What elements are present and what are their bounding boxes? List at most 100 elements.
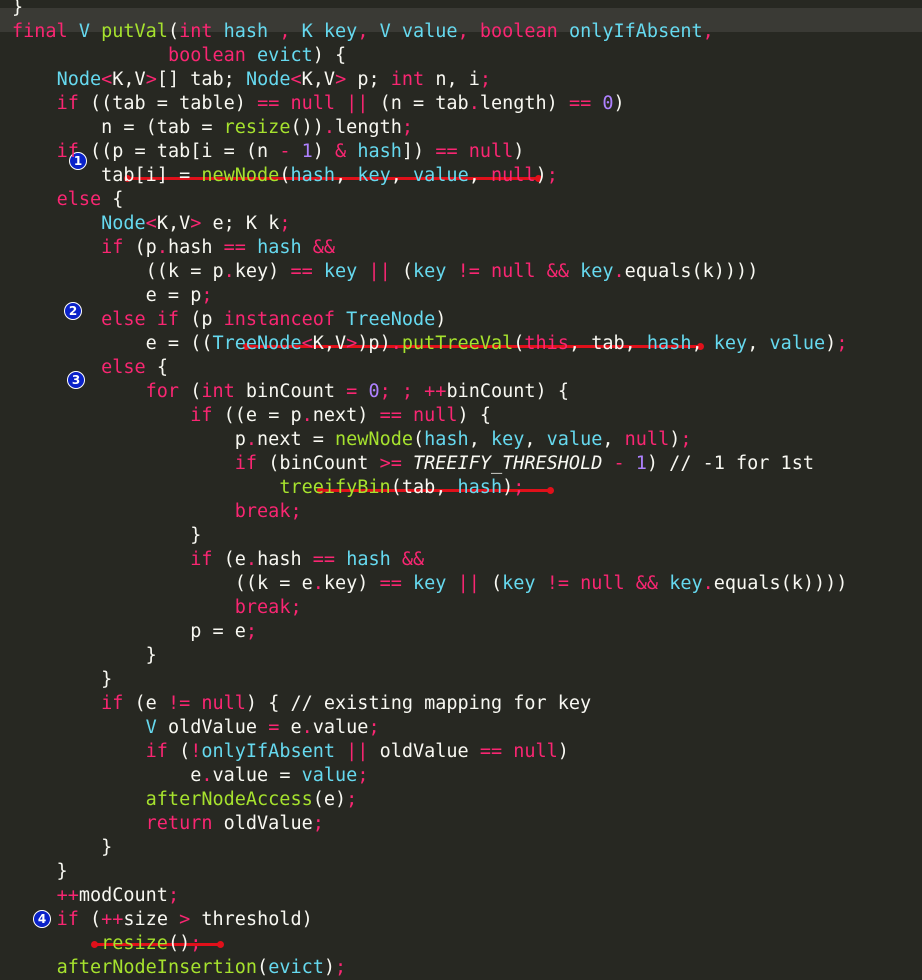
code-token: ==: [223, 237, 258, 258]
code-line: V oldValue = e.value;: [12, 716, 380, 740]
code-token: (: [89, 909, 102, 930]
code-token: ()): [290, 117, 324, 138]
code-line: if (binCount >= TREEIFY_THRESHOLD - 1) /…: [12, 452, 814, 476]
code-line: p = e;: [12, 620, 257, 644]
code-token: == null: [379, 405, 458, 426]
code-token: boolean: [479, 21, 569, 42]
code-token: equals(k)))): [624, 261, 759, 282]
code-token: ((p = tab[i = (n: [89, 141, 280, 162]
code-token: >: [145, 69, 157, 90]
code-token: ;: [357, 765, 369, 786]
code-token: key: [669, 573, 703, 594]
code-token: ): [669, 429, 681, 450]
code-token: if: [234, 453, 269, 474]
code-token: {: [112, 189, 124, 210]
code-token: 0: [368, 381, 380, 402]
code-token: .: [390, 333, 402, 354]
code-token: >: [335, 69, 358, 90]
code-token: <: [301, 333, 313, 354]
code-line: n = (tab = resize()).length;: [12, 116, 413, 140]
code-line: if (e != null) { // existing mapping for…: [12, 692, 591, 716]
code-token: if: [190, 405, 224, 426]
code-token: null: [491, 165, 536, 186]
code-token: (: [513, 333, 525, 354]
code-token: else: [101, 357, 157, 378]
code-token: if: [101, 693, 135, 714]
code-line: if (p.hash == hash &&: [12, 236, 335, 260]
code-token: }: [12, 861, 68, 882]
code-token: size: [123, 909, 180, 930]
code-line: for (int binCount = 0; ; ++binCount) {: [12, 380, 569, 404]
code-token: ,: [390, 165, 414, 186]
code-line: final V putVal(int hash , K key, V value…: [12, 20, 714, 44]
code-line: boolean evict) {: [12, 44, 346, 68]
code-token: int: [201, 381, 246, 402]
code-token: value: [413, 165, 469, 186]
code-token: hash: [223, 21, 269, 42]
code-token: .: [613, 261, 625, 282]
code-token: ,: [702, 21, 714, 42]
code-token: value: [769, 333, 826, 354]
code-line: treeifyBin(tab, hash);: [12, 476, 524, 500]
code-token: hash: [646, 333, 692, 354]
code-token: != null &&: [457, 261, 581, 282]
code-token: hash: [424, 429, 469, 450]
code-token: ((k = e: [12, 573, 313, 594]
code-token: TREEIFY_THRESHOLD: [413, 453, 614, 474]
code-token: instanceof: [223, 309, 347, 330]
code-token: threshold): [201, 909, 313, 930]
code-token: (: [279, 165, 291, 186]
code-token: if: [56, 909, 90, 930]
code-line: if (!onlyIfAbsent || oldValue == null): [12, 740, 569, 764]
code-token: }: [12, 525, 202, 546]
code-token: break;: [234, 501, 302, 522]
code-editor[interactable]: 1 2 3 4 } final V putVal(int hash , K key…: [0, 0, 922, 978]
code-token: }: [12, 669, 113, 690]
code-token: next): [312, 405, 380, 426]
code-token: value: [546, 429, 603, 450]
code-token: Node: [245, 69, 291, 90]
code-token: else: [56, 189, 113, 210]
code-token: ||: [346, 741, 380, 762]
code-token: ): [435, 309, 447, 330]
code-token: {: [156, 357, 168, 378]
code-token: ;: [680, 429, 692, 450]
code-token: break;: [234, 597, 302, 618]
code-token: hash: [167, 237, 224, 258]
code-token: ): [502, 477, 514, 498]
code-token: , tab,: [568, 333, 647, 354]
code-token: ;: [513, 477, 525, 498]
code-line: Node<K,V>[] tab; Node<K,V> p; int n, i;: [12, 68, 491, 92]
code-token: .: [468, 93, 480, 114]
code-token: ): [557, 741, 569, 762]
code-token: hash: [357, 141, 402, 162]
code-token: (e: [134, 693, 168, 714]
code-token: .: [312, 573, 324, 594]
code-token: (: [490, 573, 503, 594]
code-token: null: [624, 429, 670, 450]
code-token: ;: [279, 213, 291, 234]
code-line: afterNodeAccess(e);: [12, 788, 358, 812]
code-token: key): [234, 261, 291, 282]
code-line: e.value = value;: [12, 764, 368, 788]
code-token: ;: [312, 813, 324, 834]
code-token: ) {: [457, 405, 491, 426]
code-token: .: [245, 429, 258, 450]
code-token: oldValue: [379, 741, 480, 762]
code-token: <: [101, 69, 113, 90]
code-token: ;: [167, 885, 180, 906]
code-token: .: [323, 117, 336, 138]
code-line: ++modCount;: [12, 884, 180, 908]
code-token: binCount) {: [446, 381, 569, 402]
code-token: == null: [479, 741, 558, 762]
